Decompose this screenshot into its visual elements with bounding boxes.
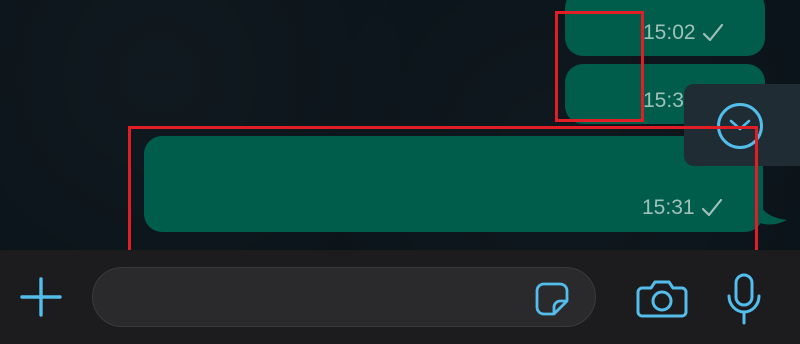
message-input[interactable]	[113, 268, 537, 328]
message-input-field[interactable]	[92, 267, 596, 328]
chevron-down-icon	[717, 103, 763, 149]
sticker-icon[interactable]	[534, 281, 570, 322]
message-bubble[interactable]: 15:02	[565, 0, 765, 56]
check-icon	[701, 198, 723, 218]
message-meta: 15:3	[643, 89, 684, 113]
chat-area: 15:02 15:3 15:31	[0, 0, 800, 250]
message-meta: 15:31	[642, 196, 723, 220]
message-composer	[0, 250, 800, 344]
bubble-tail	[755, 196, 787, 225]
message-bubble[interactable]: 15:31	[144, 136, 763, 232]
message-meta: 15:02	[643, 21, 724, 45]
plus-icon[interactable]	[18, 276, 64, 323]
message-time: 15:31	[642, 196, 695, 219]
camera-icon[interactable]	[636, 278, 688, 323]
microphone-icon[interactable]	[724, 272, 764, 331]
message-time: 15:3	[643, 89, 684, 112]
check-icon	[702, 23, 724, 43]
message-time: 15:02	[643, 21, 696, 44]
scroll-to-bottom-button[interactable]	[684, 84, 800, 166]
